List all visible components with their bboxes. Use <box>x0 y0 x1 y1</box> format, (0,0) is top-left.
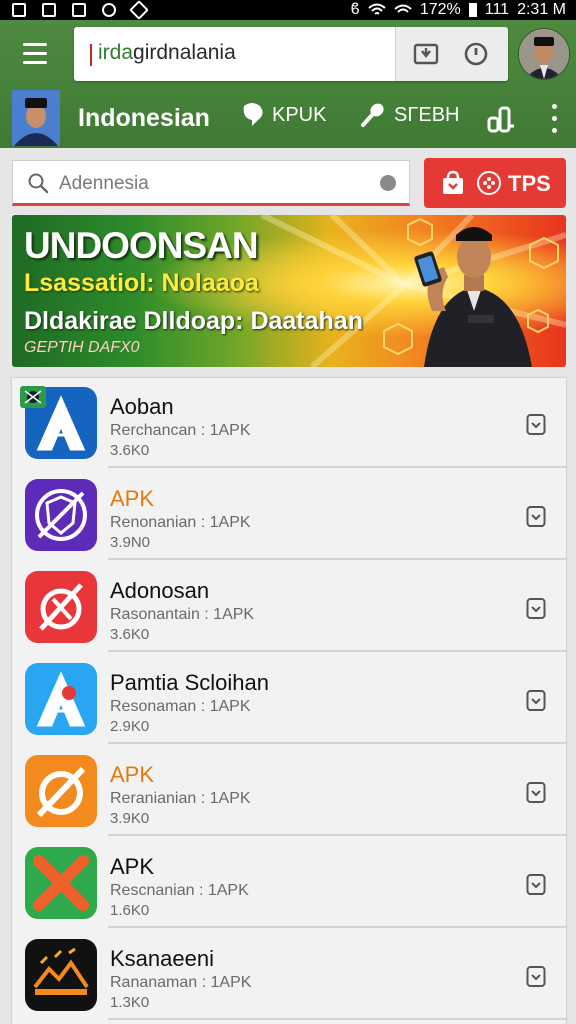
hamburger-menu-icon[interactable] <box>20 40 50 68</box>
app-size: 3.6K0 <box>110 442 150 459</box>
promo-banner[interactable]: UNDOONSAN Lsassatiol: Nolaaoa Dldakirae … <box>12 215 566 367</box>
leaf-bubble-icon <box>243 103 263 126</box>
list-item[interactable]: Adonosan Rasonantain : 1APK 3.6K0 <box>12 562 566 652</box>
search-icon <box>28 173 49 194</box>
download-icon[interactable] <box>526 872 546 896</box>
sgebh-button[interactable]: SΓEBH <box>360 102 459 128</box>
app-size: 3.9K0 <box>110 810 150 827</box>
banner-subtitle: Lsassatiol: Nolaaoa <box>24 269 259 297</box>
app-name: Adonosan <box>110 578 210 603</box>
shield-hand-icon <box>25 479 97 551</box>
search-box <box>12 160 410 206</box>
banner-title: UNDOONSAN <box>24 225 259 266</box>
wrench-circle-icon <box>25 755 97 827</box>
download-icon[interactable] <box>526 504 546 528</box>
app-meta: Resonaman : 1APK <box>110 698 251 715</box>
mail-notification-icon <box>72 3 86 17</box>
app-size: 3.6K0 <box>110 626 150 643</box>
letter-a-dot-icon <box>25 663 97 735</box>
notification-a-icon <box>12 3 26 17</box>
list-item[interactable]: Ksanaeeni Rananaman : 1APK 1.3K0 <box>12 930 566 1020</box>
wifi-icon <box>368 3 386 15</box>
url-actions <box>395 27 508 81</box>
app-meta: Rananaman : 1APK <box>110 974 252 991</box>
sgebh-label: SΓEBH <box>394 103 460 126</box>
banner-headline: Dldakirae Dlldoap: Daatahan <box>24 307 363 335</box>
app-header: irdagirdnalania Indonesian KPUK SΓEBH <box>0 20 576 148</box>
search-input[interactable] <box>57 169 361 199</box>
status-bar: ϐ 172% 111 2:31 M <box>0 0 576 20</box>
app-name: APK <box>110 854 155 879</box>
profile-picture[interactable] <box>12 90 60 146</box>
bluetooth-icon: ϐ <box>350 1 360 18</box>
url-bar[interactable]: irdagirdnalania <box>74 27 508 81</box>
download-icon[interactable] <box>526 780 546 804</box>
app-name: Aoban <box>110 394 174 419</box>
network-share-icon[interactable] <box>486 104 516 134</box>
download-icon[interactable] <box>526 964 546 988</box>
app-meta: Reranianian : 1APK <box>110 790 251 807</box>
app-size: 1.6K0 <box>110 902 150 919</box>
grid-circle-icon <box>477 171 501 195</box>
app-name: Ksanaeeni <box>110 946 214 971</box>
sync-icon <box>102 3 116 17</box>
url-text[interactable]: irdagirdnalania <box>98 41 236 65</box>
clock-info-icon[interactable] <box>462 40 490 68</box>
battery-percent: 172% <box>419 1 461 18</box>
tps-button[interactable]: TPS <box>424 158 566 208</box>
list-item[interactable]: APK Reranianian : 1APK 3.9K0 <box>12 746 566 836</box>
download-icon[interactable] <box>526 688 546 712</box>
mountain-logo-icon <box>25 939 97 1011</box>
x-mark-icon <box>25 847 97 919</box>
voice-search-icon[interactable] <box>380 175 396 191</box>
signal-text: 111 <box>484 1 510 18</box>
download-icon[interactable] <box>526 412 546 436</box>
shopping-bag-icon <box>443 170 463 194</box>
download-icon[interactable] <box>526 596 546 620</box>
list-item[interactable]: Aoban Rerchancan : 1APK 3.6K0 <box>12 378 566 468</box>
download-box-icon[interactable] <box>412 40 440 68</box>
new-badge-icon <box>20 386 46 408</box>
tps-label: TPS <box>508 171 551 196</box>
list-item[interactable]: APK Renonanian : 1APK 3.9N0 <box>12 470 566 560</box>
app-size: 2.9K0 <box>110 718 150 735</box>
app-list: Aoban Rerchancan : 1APK 3.6K0 APK Renona… <box>12 378 566 1024</box>
crossed-circle-icon <box>25 571 97 643</box>
text-cursor <box>90 44 92 66</box>
battery-icon <box>468 3 477 17</box>
list-item[interactable]: Pamtia Scloihan Resonaman : 1APK 2.9K0 <box>12 654 566 744</box>
app-meta: Rescnanian : 1APK <box>110 882 249 899</box>
app-name: APK <box>110 762 155 787</box>
more-options-icon[interactable] <box>546 102 562 136</box>
banner-tag: GEPTIH DAFX0 <box>24 339 140 356</box>
app-meta: Rasonantain : 1APK <box>110 606 255 623</box>
image-notification-icon <box>42 3 56 17</box>
list-item[interactable]: APK Rescnanian : 1APK 1.6K0 <box>12 838 566 928</box>
banner-person-illustration <box>414 227 532 367</box>
kpuk-button[interactable]: KPUK <box>240 102 326 128</box>
app-size: 3.9N0 <box>110 534 151 551</box>
app-meta: Rerchancan : 1APK <box>110 422 251 439</box>
app-size: 1.3K0 <box>110 994 150 1011</box>
app-name: Pamtia Scloihan <box>110 670 269 695</box>
app-name: APK <box>110 486 155 511</box>
tag-icon <box>129 0 149 20</box>
clock: 2:31 M <box>517 1 566 18</box>
kpuk-label: KPUK <box>272 103 327 126</box>
app-meta: Renonanian : 1APK <box>110 514 251 531</box>
cell-signal-icon <box>394 4 412 13</box>
microphone-icon <box>361 103 384 127</box>
user-avatar[interactable] <box>518 28 570 80</box>
url-prefix: irda <box>98 41 134 64</box>
url-rest: girdnalania <box>133 41 236 64</box>
page-title: Indonesian <box>78 104 210 132</box>
